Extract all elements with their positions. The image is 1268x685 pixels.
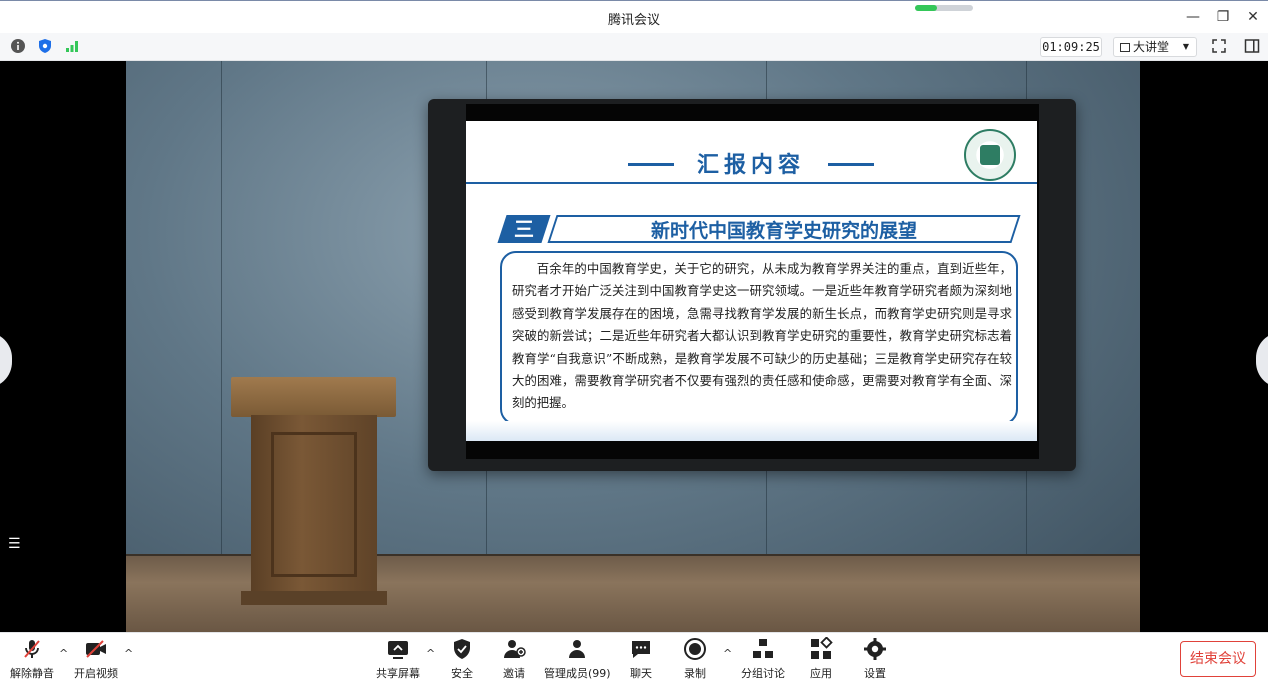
section-number: 三 xyxy=(497,215,551,243)
chat-icon xyxy=(632,641,650,658)
info-icon[interactable] xyxy=(10,38,26,54)
mic-muted-icon xyxy=(24,640,40,658)
record-options-caret[interactable]: ^ xyxy=(723,647,732,660)
window-title: 腾讯会议 xyxy=(607,13,660,28)
layout-label: 大讲堂 xyxy=(1133,40,1170,54)
share-screen-button[interactable]: 共享屏幕 xyxy=(375,637,421,683)
podium xyxy=(231,377,396,607)
prev-page-button[interactable] xyxy=(0,332,12,388)
list-icon[interactable]: ☰ xyxy=(8,536,21,552)
camera-off-icon xyxy=(86,640,106,658)
manage-members-button[interactable]: 管理成员(99) xyxy=(544,637,611,683)
restore-icon[interactable]: ❐ xyxy=(1215,9,1231,25)
record-icon xyxy=(684,638,706,660)
shield-icon xyxy=(454,639,470,659)
next-page-button[interactable] xyxy=(1256,332,1268,388)
speaking-indicator xyxy=(915,5,973,11)
apps-button[interactable]: 应用 xyxy=(806,637,836,683)
chat-button[interactable]: 聊天 xyxy=(626,637,656,683)
record-button[interactable]: 录制 xyxy=(680,637,710,683)
meeting-info-bar: 01:09:25 大讲堂 ▼ xyxy=(0,33,1268,61)
meeting-toolbar: 解除静音 ^ 开启视频 ^ 共享屏幕 ^ 安全 邀请 管理成员(99) 聊天 录… xyxy=(0,632,1268,685)
apps-icon xyxy=(811,637,833,659)
slide-subtitle: 新时代中国教育学史研究的展望 xyxy=(650,220,917,242)
layout-dropdown[interactable]: 大讲堂 ▼ xyxy=(1113,37,1197,57)
shield-icon[interactable] xyxy=(37,38,53,54)
security-button[interactable]: 安全 xyxy=(446,637,478,683)
layout-icon xyxy=(1120,43,1130,52)
university-seal-icon xyxy=(964,129,1016,181)
meeting-timer: 01:09:25 xyxy=(1040,37,1102,57)
chevron-down-icon: ▼ xyxy=(1182,42,1189,51)
close-icon[interactable]: ✕ xyxy=(1245,9,1261,25)
gear-icon xyxy=(864,638,886,660)
audio-options-caret[interactable]: ^ xyxy=(59,647,68,660)
share-options-caret[interactable]: ^ xyxy=(426,647,435,660)
title-bar: 腾讯会议 — ❐ ✕ xyxy=(0,0,1268,33)
network-signal-icon[interactable] xyxy=(64,38,80,54)
breakout-icon xyxy=(753,639,773,658)
breakout-rooms-button[interactable]: 分组讨论 xyxy=(739,637,787,683)
video-options-caret[interactable]: ^ xyxy=(124,647,133,660)
members-icon xyxy=(569,640,585,658)
add-user-icon xyxy=(504,640,526,658)
unmute-button[interactable]: 解除静音 xyxy=(10,637,54,683)
fullscreen-icon[interactable] xyxy=(1211,38,1227,54)
settings-button[interactable]: 设置 xyxy=(860,637,890,683)
side-panel-icon[interactable] xyxy=(1244,38,1260,54)
end-meeting-button[interactable]: 结束会议 xyxy=(1180,641,1256,677)
share-screen-icon xyxy=(388,641,408,659)
slide-paragraph: 百余年的中国教育学史，关于它的研究，从未成为教育学界关注的重点，直到近些年，研究… xyxy=(512,261,1012,411)
start-video-button[interactable]: 开启视频 xyxy=(73,637,119,683)
minimize-icon[interactable]: — xyxy=(1185,9,1201,25)
presentation-slide: 汇报内容 三 新时代中国教育学史研究的展望 百余年的中国教育学史，关于它的研究，… xyxy=(466,121,1037,441)
invite-button[interactable]: 邀请 xyxy=(498,637,530,683)
